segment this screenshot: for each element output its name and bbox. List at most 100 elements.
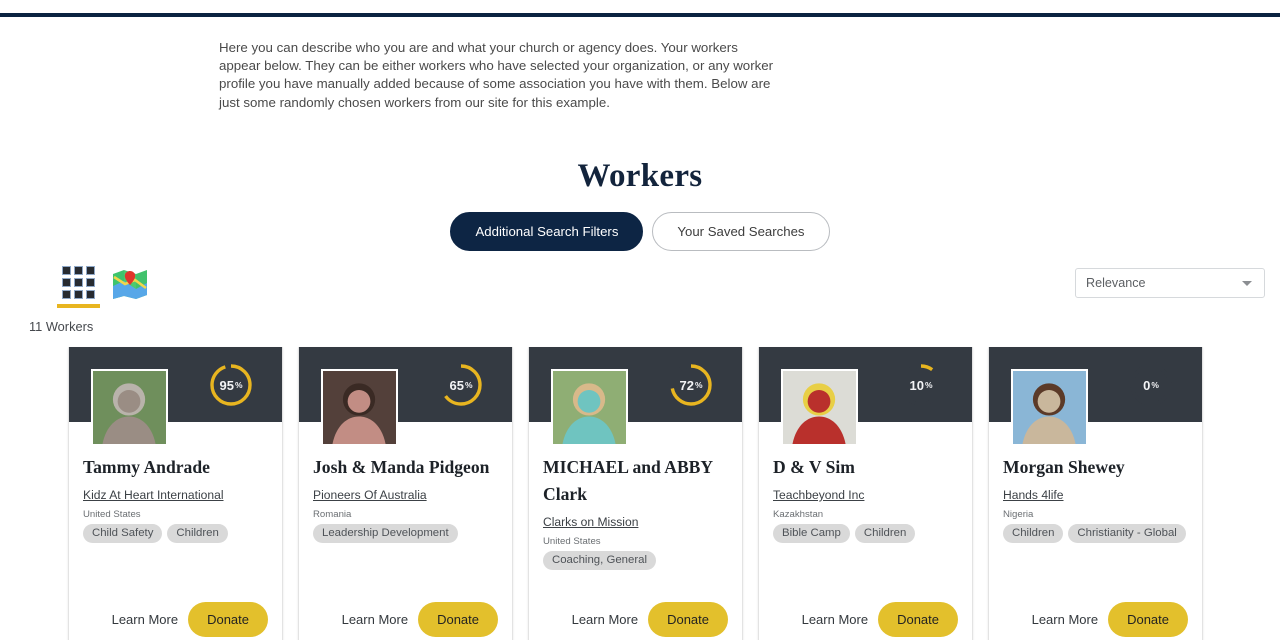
worker-organization-link[interactable]: Teachbeyond Inc <box>773 488 958 502</box>
worker-organization-link[interactable]: Pioneers Of Australia <box>313 488 498 502</box>
support-percent-value: 10 <box>909 377 924 393</box>
card-header: 95% <box>69 347 282 446</box>
learn-more-link[interactable]: Learn More <box>572 612 638 627</box>
worker-tag[interactable]: Coaching, General <box>543 551 656 571</box>
support-progress-ring: 72% <box>668 362 714 408</box>
worker-card[interactable]: 0% Morgan Shewey Hands 4life Nigeria Chi… <box>988 347 1203 640</box>
additional-search-filters-button[interactable]: Additional Search Filters <box>450 212 644 252</box>
card-header: 65% <box>299 347 512 446</box>
active-view-underline <box>57 304 100 308</box>
support-progress-ring: 95% <box>208 362 254 408</box>
avatar <box>91 369 168 446</box>
grid-view-icon <box>62 266 95 299</box>
support-percent-label: 65% <box>438 362 484 408</box>
worker-tag[interactable]: Child Safety <box>83 524 163 544</box>
your-saved-searches-button[interactable]: Your Saved Searches <box>652 212 830 252</box>
worker-card[interactable]: 65% Josh & Manda Pidgeon Pioneers Of Aus… <box>298 347 513 640</box>
worker-country: Romania <box>313 509 352 520</box>
filter-button-group: Additional Search Filters Your Saved Sea… <box>0 212 1280 252</box>
sort-select-value: Relevance <box>1086 276 1146 290</box>
avatar <box>321 369 398 446</box>
worker-card[interactable]: 95% Tammy Andrade Kidz At Heart Internat… <box>68 347 283 640</box>
donate-button[interactable]: Donate <box>878 601 958 637</box>
card-body: Tammy Andrade Kidz At Heart Internationa… <box>69 454 282 544</box>
learn-more-link[interactable]: Learn More <box>802 612 868 627</box>
card-actions: Learn More Donate <box>299 592 512 640</box>
worker-tag[interactable]: Children <box>854 524 916 544</box>
support-percent-value: 72 <box>679 377 694 393</box>
avatar-photo <box>1013 371 1086 444</box>
support-percent-label: 0% <box>1128 362 1174 408</box>
top-navy-bar <box>0 13 1280 17</box>
sort-select[interactable]: Relevance <box>1075 268 1265 298</box>
support-progress-ring: 10% <box>898 362 944 408</box>
worker-name: Morgan Shewey <box>1003 457 1125 477</box>
support-progress-ring: 65% <box>438 362 484 408</box>
worker-card[interactable]: 72% MICHAEL and ABBY Clark Clarks on Mis… <box>528 347 743 640</box>
donate-button[interactable]: Donate <box>1108 601 1188 637</box>
donate-button[interactable]: Donate <box>188 601 268 637</box>
avatar-photo <box>553 371 626 444</box>
worker-count-label: 11 Workers <box>29 319 94 334</box>
page-title: Workers <box>577 158 703 194</box>
card-header: 10% <box>759 347 972 446</box>
card-actions: Learn More Donate <box>759 592 972 640</box>
worker-country: Nigeria <box>1003 509 1034 520</box>
support-percent-value: 95 <box>219 377 234 393</box>
avatar-photo <box>323 371 396 444</box>
worker-tag[interactable]: Leadership Development <box>313 524 458 544</box>
percent-sign: % <box>464 380 473 390</box>
card-body: MICHAEL and ABBY Clark Clarks on Mission… <box>529 454 742 571</box>
worker-tag-list: Child Safety Children <box>83 524 268 544</box>
worker-country: United States <box>543 536 601 547</box>
percent-sign: % <box>924 380 933 390</box>
worker-organization-link[interactable]: Clarks on Mission <box>543 515 728 529</box>
worker-country: Kazakhstan <box>773 509 824 520</box>
worker-tag[interactable]: Children <box>1003 524 1064 544</box>
grid-view-toggle[interactable] <box>57 266 100 308</box>
card-header: 72% <box>529 347 742 446</box>
card-body: D & V Sim Teachbeyond Inc Kazakhstan Bib… <box>759 454 972 544</box>
support-percent-label: 95% <box>208 362 254 408</box>
chevron-down-icon <box>1242 281 1252 286</box>
avatar <box>1011 369 1088 446</box>
worker-card-list: 95% Tammy Andrade Kidz At Heart Internat… <box>68 347 1203 640</box>
learn-more-link[interactable]: Learn More <box>112 612 178 627</box>
worker-organization-link[interactable]: Hands 4life <box>1003 488 1188 502</box>
percent-sign: % <box>234 380 243 390</box>
percent-sign: % <box>694 380 703 390</box>
map-view-icon <box>113 270 147 299</box>
avatar <box>551 369 628 446</box>
worker-organization-link[interactable]: Kidz At Heart International <box>83 488 268 502</box>
worker-tag[interactable]: Children <box>167 524 228 544</box>
worker-tag[interactable]: Bible Camp <box>773 524 850 544</box>
support-percent-value: 65 <box>449 377 464 393</box>
worker-tag-list: Coaching, General <box>543 551 728 571</box>
worker-name: Tammy Andrade <box>83 457 210 477</box>
worker-tag-list: Bible Camp Children <box>773 524 958 544</box>
donate-button[interactable]: Donate <box>418 601 498 637</box>
sort-select-wrapper: Relevance <box>1075 268 1265 298</box>
card-actions: Learn More Donate <box>529 592 742 640</box>
donate-button[interactable]: Donate <box>648 601 728 637</box>
worker-card[interactable]: 10% D & V Sim Teachbeyond Inc Kazakhstan… <box>758 347 973 640</box>
worker-name: MICHAEL and ABBY Clark <box>543 457 713 504</box>
card-body: Josh & Manda Pidgeon Pioneers Of Austral… <box>299 454 512 544</box>
percent-sign: % <box>1151 380 1159 390</box>
avatar-photo <box>783 371 856 444</box>
learn-more-link[interactable]: Learn More <box>342 612 408 627</box>
map-view-toggle[interactable] <box>112 268 148 301</box>
worker-tag[interactable]: Christianity - Global <box>1068 524 1186 544</box>
card-actions: Learn More Donate <box>989 592 1202 640</box>
worker-name: D & V Sim <box>773 457 855 477</box>
card-header: 0% <box>989 347 1202 446</box>
avatar <box>781 369 858 446</box>
view-toggle-group <box>57 266 148 308</box>
avatar-photo <box>93 371 166 444</box>
worker-country: United States <box>83 509 141 520</box>
worker-tag-list: Children Christianity - Global <box>1003 524 1188 544</box>
worker-tag-list: Leadership Development <box>313 524 498 544</box>
support-percent-label: 10% <box>898 362 944 408</box>
page-root: Here you can describe who you are and wh… <box>0 0 1280 640</box>
learn-more-link[interactable]: Learn More <box>1032 612 1098 627</box>
